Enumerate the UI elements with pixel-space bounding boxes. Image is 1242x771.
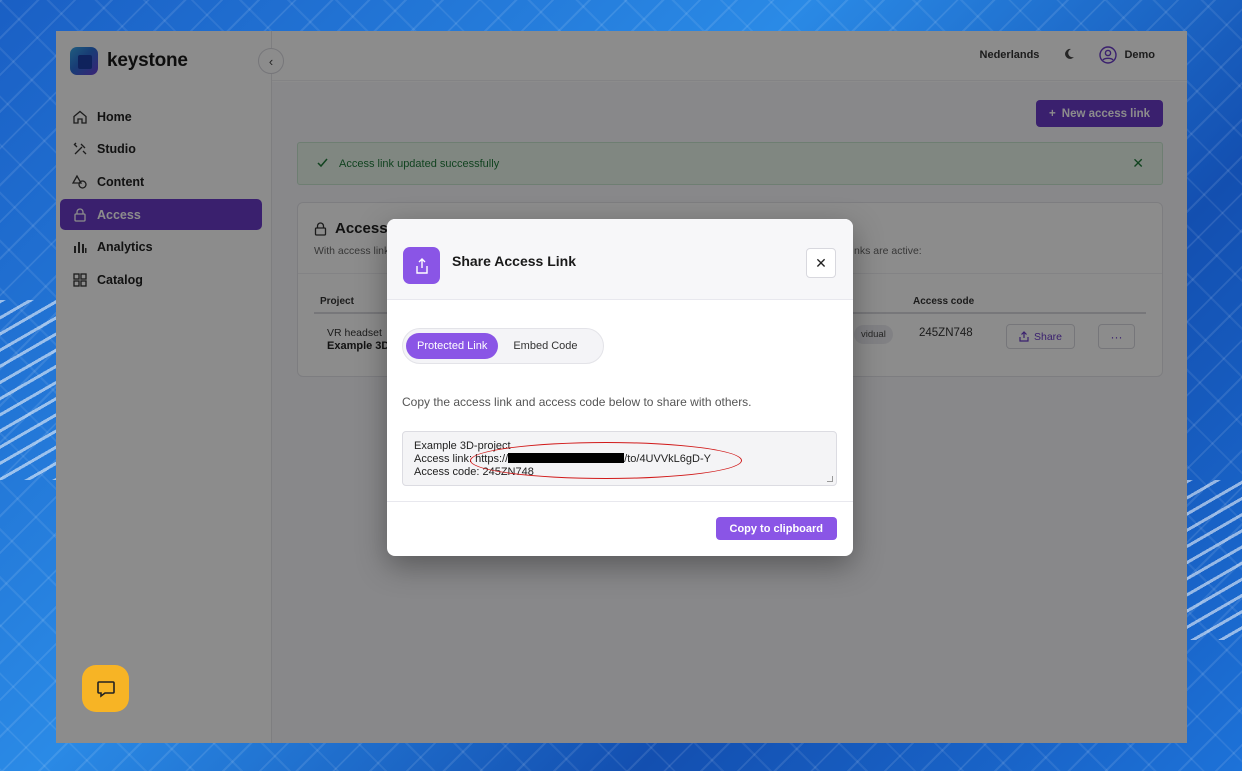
dialog-description: Copy the access link and access code bel… (402, 395, 752, 409)
copy-to-clipboard-button[interactable]: Copy to clipboard (715, 517, 837, 540)
resize-handle[interactable] (827, 476, 833, 482)
share-mode-tabs: Protected Link Embed Code (402, 328, 604, 364)
tab-embed-code[interactable]: Embed Code (502, 333, 588, 359)
dialog-title: Share Access Link (452, 253, 576, 269)
dialog-header: Share Access Link ✕ (387, 219, 853, 300)
red-annotation-ellipse (470, 442, 742, 479)
dialog-footer-divider (387, 501, 853, 502)
chat-support-button[interactable] (82, 665, 129, 712)
wallpaper-decoration (1187, 480, 1242, 640)
share-icon (403, 247, 440, 284)
chat-icon (96, 680, 115, 698)
close-dialog-button[interactable]: ✕ (806, 248, 836, 278)
tab-protected-link[interactable]: Protected Link (406, 333, 499, 359)
close-icon: ✕ (815, 254, 827, 271)
share-access-link-dialog: Share Access Link ✕ Protected Link Embed… (387, 219, 853, 556)
